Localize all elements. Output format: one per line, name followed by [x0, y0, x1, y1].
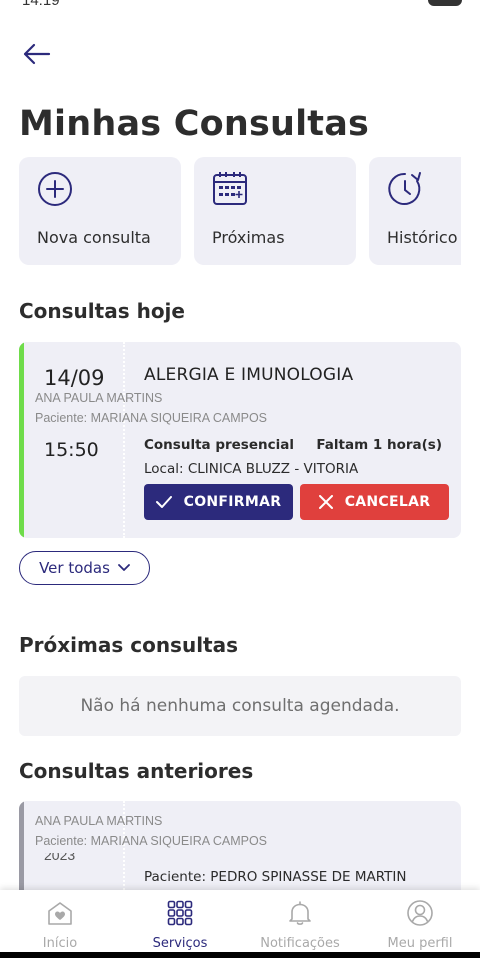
new-appointment-label: Nova consulta: [37, 228, 151, 247]
upcoming-label: Próximas: [212, 228, 285, 247]
confirm-label: CONFIRMAR: [183, 494, 282, 510]
nav-label-profile: Meu perfil: [387, 936, 453, 951]
today-section-title: Consultas hoje: [19, 299, 185, 323]
check-icon: [155, 496, 172, 508]
status-time: 14:19: [22, 0, 60, 9]
upcoming-section-title: Próximas consultas: [19, 633, 239, 657]
see-all-button[interactable]: Ver todas: [19, 551, 150, 585]
appointment-type: Consulta presencial: [144, 437, 294, 453]
back-button[interactable]: [18, 36, 54, 72]
user-icon: [407, 900, 433, 926]
previous-patient: Paciente: MARIANA SIQUEIRA CAMPOS: [35, 834, 268, 848]
appointment-patient: Paciente: MARIANA SIQUEIRA CAMPOS: [35, 411, 268, 425]
appointment-time: 15:50: [44, 439, 99, 461]
nav-label-home: Início: [42, 936, 78, 951]
arrow-left-icon: [23, 43, 51, 65]
battery-icon: [428, 0, 462, 6]
appointment-specialty: ALERGIA E IMUNOLOGIA: [144, 365, 354, 385]
appointment-remaining: Faltam 1 hora(s): [316, 437, 442, 453]
plus-circle-icon: [38, 172, 72, 206]
new-appointment-card[interactable]: Nova consulta: [19, 157, 181, 265]
nav-item-home[interactable]: Início: [0, 890, 120, 952]
previous-appointment-card[interactable]: ANA PAULA MARTINS Paciente: MARIANA SIQU…: [19, 801, 461, 901]
system-home-bar: [0, 952, 480, 958]
history-label: Histórico: [387, 228, 458, 247]
nav-item-notifications[interactable]: Notificações: [240, 890, 360, 952]
confirm-button[interactable]: CONFIRMAR: [144, 484, 293, 520]
appointment-doctor: ANA PAULA MARTINS: [35, 391, 163, 405]
nav-label-notifications: Notificações: [260, 936, 340, 951]
previous-section-title: Consultas anteriores: [19, 759, 254, 783]
upcoming-empty-message: Não há nenhuma consulta agendada.: [19, 676, 461, 736]
bottom-nav: Início Serviços Notificações Meu perfil: [0, 890, 480, 958]
today-appointment-card[interactable]: 14/09 ALERGIA E IMUNOLOGIA ANA PAULA MAR…: [19, 342, 461, 538]
cancel-button[interactable]: CANCELAR: [300, 484, 449, 520]
previous-year: 2023: [44, 853, 76, 861]
page-title: Minhas Consultas: [19, 104, 370, 144]
status-accent: [19, 342, 24, 538]
cancel-label: CANCELAR: [344, 494, 431, 510]
home-heart-icon: [48, 902, 72, 925]
quick-actions: Nova consulta Próximas Histórico: [19, 157, 461, 265]
nav-item-profile[interactable]: Meu perfil: [360, 890, 480, 952]
nav-label-services: Serviços: [152, 936, 208, 951]
divider: [123, 342, 125, 538]
grid-icon: [167, 900, 193, 926]
status-bar: 14:19: [0, 0, 480, 10]
upcoming-card[interactable]: Próximas: [194, 157, 356, 265]
appointment-location: Local: CLINICA BLUZZ - VITORIA: [144, 461, 359, 477]
nav-item-services[interactable]: Serviços: [120, 890, 240, 952]
bell-icon: [289, 901, 311, 925]
chevron-down-icon: [118, 564, 130, 571]
close-icon: [318, 495, 333, 509]
previous-doctor: ANA PAULA MARTINS: [35, 814, 163, 828]
signal-icon: [368, 0, 418, 2]
appointment-date: 14/09: [44, 366, 105, 390]
calendar-icon: [213, 172, 247, 205]
status-icons: [352, 0, 462, 8]
history-card[interactable]: Histórico: [369, 157, 461, 265]
history-clock-icon: [388, 172, 421, 205]
see-all-label: Ver todas: [39, 559, 110, 577]
status-accent: [19, 801, 24, 901]
previous-patient-secondary: Paciente: PEDRO SPINASSE DE MARTIN: [144, 869, 407, 885]
